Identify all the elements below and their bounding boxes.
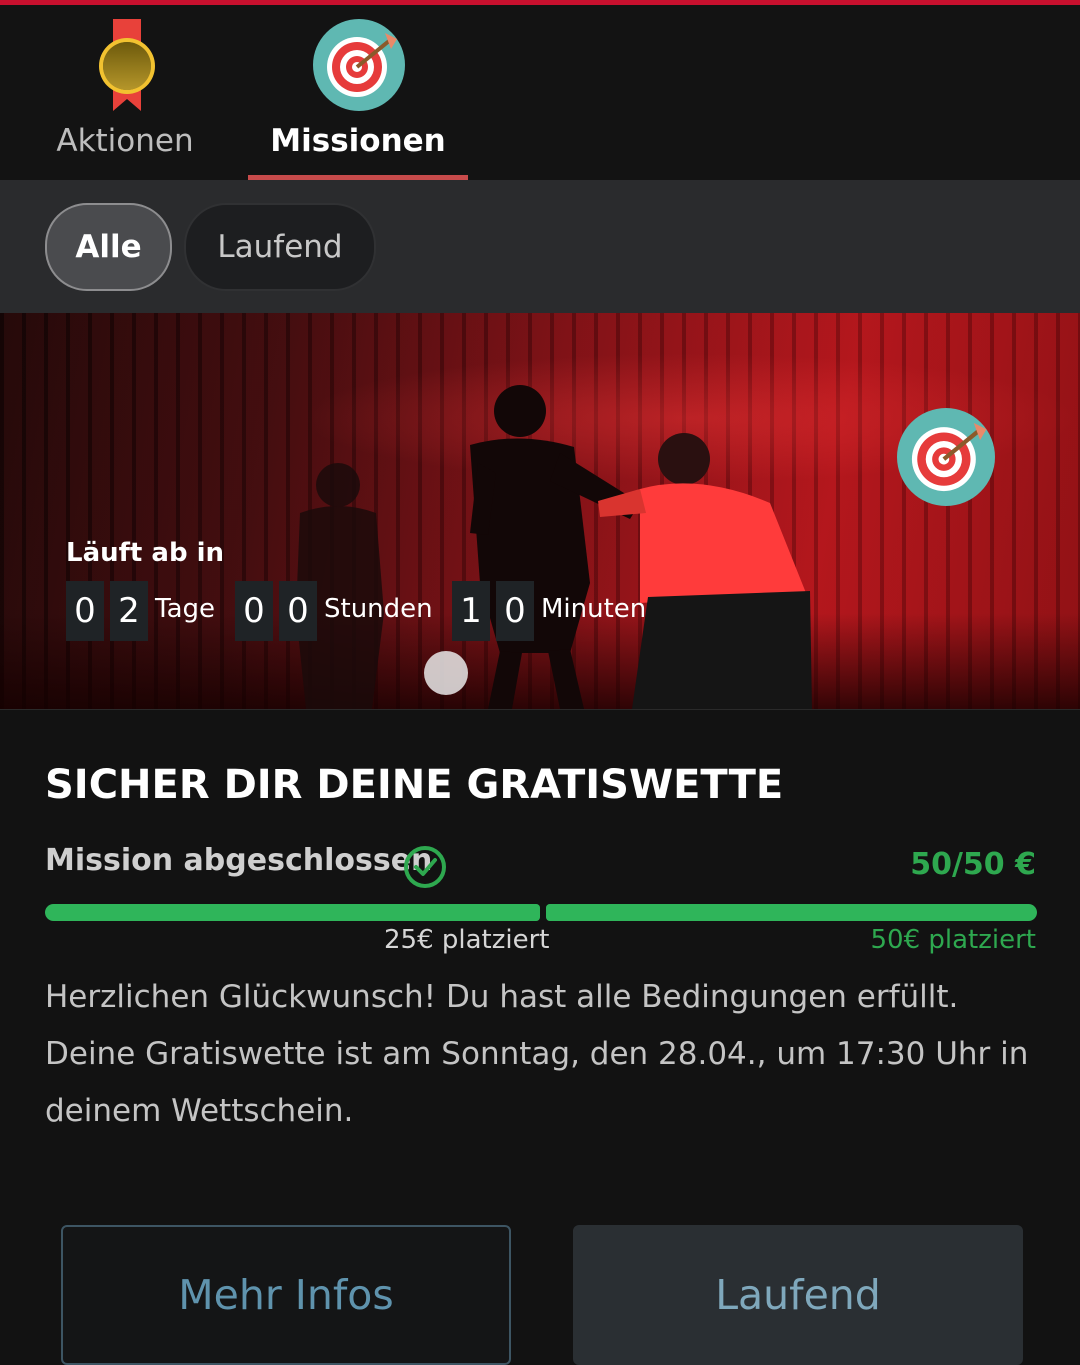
milestone-label-50: 50€ platziert [870,925,1037,955]
countdown-digit: 0 [496,581,534,641]
tab-aktionen[interactable]: Aktionen [40,5,210,180]
countdown-digit: 0 [279,581,317,641]
milestone-label-25: 25€ platziert [384,925,550,955]
mission-banner: Läuft ab in 0 2 Tage 0 0 Stunden 1 0 Min… [0,313,1080,709]
banner-target-icon [897,408,995,506]
filter-bar: Alle Laufend [0,180,1080,313]
countdown-unit-days: Tage [155,594,216,624]
mission-description: Herzlichen Glückwunsch! Du hast alle Bed… [45,979,1029,1129]
tab-missionen[interactable]: Missionen [248,5,468,180]
mission-status: Mission abgeschlossen [45,843,433,878]
mission-amount: 50/50 € [910,847,1036,882]
more-info-button[interactable]: Mehr Infos [61,1225,511,1365]
filter-chip-alle[interactable]: Alle [45,203,172,291]
tab-missionen-label: Missionen [270,123,446,159]
top-navigation: Aktionen Missionen [0,5,1080,180]
tab-aktionen-label: Aktionen [56,123,194,159]
countdown-label: Läuft ab in [66,538,225,568]
countdown-digit: 0 [235,581,273,641]
mission-card: SICHER DIR DEINE GRATISWETTE Mission abg… [0,709,1080,1365]
progress-bar-segment-1 [45,904,540,921]
progress-bar-segment-2 [546,904,1037,921]
medal-icon [99,19,155,111]
mission-title: SICHER DIR DEINE GRATISWETTE [45,762,784,808]
countdown-digit: 2 [110,581,148,641]
running-button[interactable]: Laufend [573,1225,1023,1365]
football-players-image [296,385,812,709]
check-circle-icon [404,846,446,888]
countdown-unit-hours: Stunden [324,594,433,624]
filter-chip-laufend[interactable]: Laufend [184,203,376,291]
countdown-unit-minutes: Minuten [541,594,647,624]
countdown-digit: 0 [66,581,104,641]
target-icon [313,19,405,111]
countdown-digit: 1 [452,581,490,641]
